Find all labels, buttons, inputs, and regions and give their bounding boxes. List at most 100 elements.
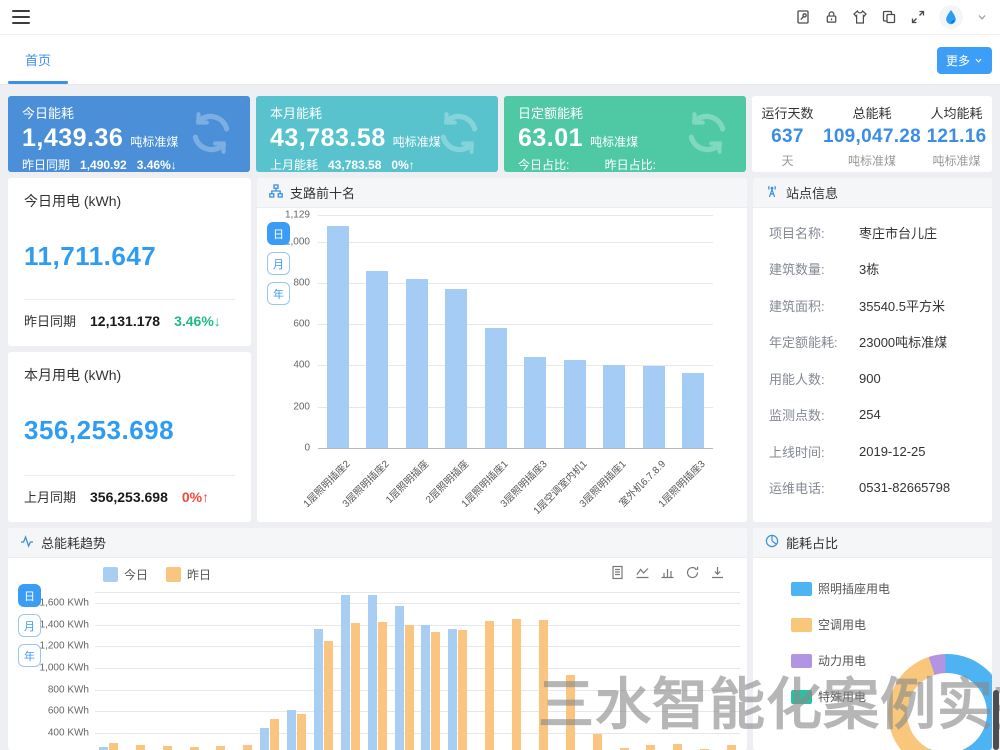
trend-legend: 今日 昨日 <box>103 566 211 583</box>
line-chart-icon[interactable] <box>635 565 650 580</box>
stat-value: 121.16 <box>921 126 992 148</box>
usage-value: 356,253.698 <box>24 415 235 446</box>
theme-shirt-icon[interactable] <box>852 9 868 25</box>
site-info-label: 运维电话: <box>769 478 859 497</box>
trend-bar-昨日 <box>458 630 467 750</box>
pie-chart: 照明插座用电空调用电动力用电特殊用电 <box>753 558 992 750</box>
kpi-sub-percent: 0%↑ <box>391 158 414 172</box>
copy-icon[interactable] <box>881 9 897 25</box>
site-info-row: 建筑面积:35540.5平方米 <box>769 287 976 324</box>
site-info-row: 年定额能耗:23000吨标准煤 <box>769 324 976 361</box>
fullscreen-icon[interactable] <box>910 9 926 25</box>
kpi-sub-value: 1,490.92 <box>80 158 127 172</box>
pie-legend-item[interactable]: 照明插座用电 <box>791 580 890 597</box>
site-info-row: 上线时间:2019-12-25 <box>769 433 976 470</box>
stat-label: 人均能耗 <box>921 103 992 122</box>
tab-bar: 首页 更多 <box>0 35 1000 85</box>
pie-panel-header: 能耗占比 <box>753 528 992 558</box>
period-button-0[interactable]: 日 <box>18 584 41 607</box>
stat-value: 637 <box>752 126 823 148</box>
stat-unit: 天 <box>752 152 823 169</box>
trend-bar-昨日 <box>109 743 118 750</box>
energy-dashboard: 首页 更多 今日能耗 1,439.36吨标准煤 昨日同期1,490.923.46… <box>0 0 1000 750</box>
branch-bar <box>682 373 704 448</box>
refresh-icon <box>434 108 484 163</box>
kpi-value: 43,783.58 <box>270 124 386 153</box>
branch-bar <box>603 365 625 448</box>
site-info-label: 监测点数: <box>769 405 859 424</box>
trend-bar-昨日 <box>243 745 252 750</box>
legend-item[interactable]: 今日 <box>103 566 148 583</box>
top-bar <box>0 0 1000 35</box>
period-button-1[interactable]: 月 <box>18 614 41 637</box>
pie-legend-item[interactable]: 空调用电 <box>791 616 890 633</box>
site-info-value: 35540.5平方米 <box>859 296 945 315</box>
gridline <box>95 592 740 593</box>
bar-chart-icon[interactable] <box>660 565 675 580</box>
pie-legend: 照明插座用电空调用电动力用电特殊用电 <box>791 580 890 705</box>
branch-icon <box>269 184 283 201</box>
site-info-label: 建筑面积: <box>769 296 859 315</box>
period-button-1[interactable]: 月 <box>267 252 290 275</box>
pulse-icon <box>20 534 34 551</box>
kpi-row: 今日能耗 1,439.36吨标准煤 昨日同期1,490.923.46%↓ 本月能… <box>8 96 992 172</box>
y-tick-label: 200 <box>257 401 310 412</box>
data-view-icon[interactable] <box>610 565 625 580</box>
kpi-value: 63.01 <box>518 124 583 153</box>
stat-label: 运行天数 <box>752 103 823 122</box>
trend-bar-今日 <box>314 629 323 750</box>
gridline <box>95 690 740 691</box>
legend-swatch <box>791 690 812 704</box>
trend-bar-昨日 <box>566 675 575 750</box>
branch-bar <box>564 360 586 448</box>
legend-label: 今日 <box>124 566 148 583</box>
trend-panel-header: 总能耗趋势 <box>8 528 747 558</box>
lock-icon[interactable] <box>824 9 839 25</box>
trend-bar-昨日 <box>378 622 387 750</box>
site-info-value: 3栋 <box>859 259 879 278</box>
legend-swatch <box>791 654 812 668</box>
pie-legend-item[interactable]: 动力用电 <box>791 652 890 669</box>
period-button-2[interactable]: 年 <box>18 644 41 667</box>
kpi-card-daily-quota-energy: 日定额能耗 63.01吨标准煤 今日占比: 2,284.2% 昨日占比: 2,3… <box>504 96 746 172</box>
trend-bar-昨日 <box>485 621 494 750</box>
y-tick-label: 1,129 <box>257 210 310 221</box>
trend-bar-昨日 <box>673 744 682 750</box>
site-info-label: 建筑数量: <box>769 259 859 278</box>
site-info-value: 0531-82665798 <box>859 480 950 495</box>
trend-bar-昨日 <box>646 745 655 750</box>
download-icon[interactable] <box>710 565 725 580</box>
vertical-scrollbar-thumb[interactable] <box>993 690 999 750</box>
gridline <box>318 242 713 243</box>
trend-bar-昨日 <box>405 625 414 750</box>
row-middle: 今日用电 (kWh) 11,711.647 昨日同期12,131.1783.46… <box>8 178 992 522</box>
legend-item[interactable]: 昨日 <box>166 566 211 583</box>
pie-legend-label: 特殊用电 <box>818 688 866 705</box>
kpi-unit: 吨标准煤 <box>590 133 638 150</box>
y-tick-label: 400 KWh <box>8 727 89 738</box>
logo-water-drop[interactable] <box>939 5 963 29</box>
branch-period-buttons: 日月年 <box>267 222 290 305</box>
row-bottom: 总能耗趋势 今日昨日 日月年 400 KWh600 KWh800 KWh1,00… <box>8 528 992 750</box>
site-info-row: 项目名称:枣庄市台儿庄 <box>769 214 976 251</box>
gridline <box>95 646 740 647</box>
tool-clipboard-icon[interactable] <box>795 9 811 25</box>
trend-bar-今日 <box>421 625 430 750</box>
chevron-down-icon[interactable] <box>976 11 988 23</box>
trend-bar-今日 <box>341 595 350 750</box>
trend-bar-昨日 <box>351 623 360 750</box>
usage-sub-percent: 0%↑ <box>182 489 209 505</box>
stats-card: 运行天数 637 天 总能耗 109,047.28 吨标准煤 人均能耗 121.… <box>752 96 992 172</box>
pie-legend-item[interactable]: 特殊用电 <box>791 688 890 705</box>
branch-top10-chart: 日月年 02004006008001,0001,1291层照明插座23层照明插座… <box>257 208 747 521</box>
trend-bar-今日 <box>395 606 404 750</box>
x-axis-line <box>318 448 713 449</box>
menu-toggle-icon[interactable] <box>12 10 30 24</box>
restore-icon[interactable] <box>685 565 700 580</box>
more-button[interactable]: 更多 <box>937 47 992 74</box>
period-button-2[interactable]: 年 <box>267 282 290 305</box>
branch-bar <box>406 279 428 448</box>
period-button-0[interactable]: 日 <box>267 222 290 245</box>
branch-bar <box>524 357 546 448</box>
tab-home[interactable]: 首页 <box>8 35 68 84</box>
